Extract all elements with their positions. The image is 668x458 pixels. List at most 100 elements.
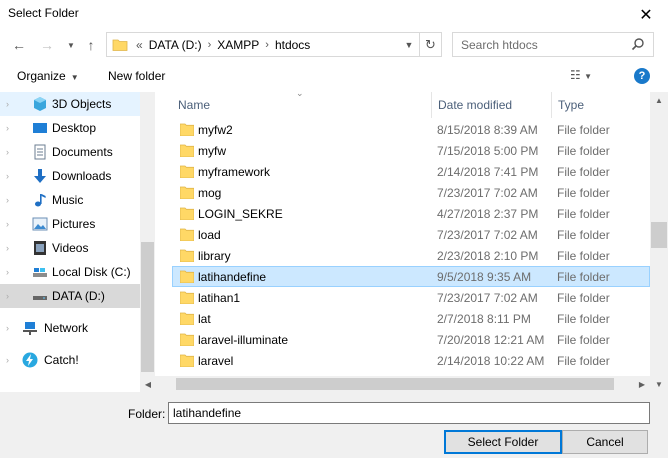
nav-item-label: Network <box>44 321 89 335</box>
scrollbar-thumb[interactable] <box>651 222 667 248</box>
organize-button[interactable]: Organize ▼ <box>17 69 79 83</box>
file-type: File folder <box>557 228 610 242</box>
nav-item-label: Local Disk (C:) <box>52 265 131 279</box>
help-icon[interactable]: ? <box>634 68 650 84</box>
breadcrumb-separator[interactable]: › <box>208 39 212 51</box>
nav-item-pictures[interactable]: › Pictures <box>0 212 140 236</box>
search-input[interactable] <box>453 33 623 56</box>
column-header-name[interactable]: Name <box>172 92 432 118</box>
music-icon <box>35 194 46 207</box>
file-list-vertical-scrollbar[interactable]: ▲ <box>650 92 668 392</box>
folder-icon <box>180 228 194 241</box>
3d-objects-icon <box>34 97 46 111</box>
table-row[interactable]: library 2/23/2018 2:10 PM File folder <box>172 245 650 266</box>
nav-item-local-disk[interactable]: › Local Disk (C:) <box>0 260 140 284</box>
cancel-button[interactable]: Cancel <box>562 430 648 454</box>
nav-item-catch[interactable]: › Catch! <box>0 348 140 372</box>
nav-item-desktop[interactable]: › Desktop <box>0 116 140 140</box>
table-row[interactable]: load 7/23/2017 7:02 AM File folder <box>172 224 650 245</box>
table-row[interactable]: mog 7/23/2017 7:02 AM File folder <box>172 182 650 203</box>
nav-item-downloads[interactable]: › Downloads <box>0 164 140 188</box>
breadcrumb-item[interactable]: DATA (D:) <box>149 38 202 52</box>
up-arrow-icon[interactable]: ↑ <box>82 36 100 54</box>
nav-item-music[interactable]: › Music <box>0 188 140 212</box>
table-row[interactable]: laravel-illuminate 7/20/2018 12:21 AM Fi… <box>172 329 650 350</box>
expand-chevron-icon[interactable]: › <box>6 291 9 301</box>
file-date: 7/15/2018 5:00 PM <box>437 144 539 158</box>
folder-icon <box>180 249 194 262</box>
nav-item-videos[interactable]: › Videos <box>0 236 140 260</box>
nav-item-documents[interactable]: › Documents <box>0 140 140 164</box>
file-name: latihan1 <box>198 291 241 305</box>
file-date: 8/15/2018 8:39 AM <box>437 123 538 137</box>
folder-name-input[interactable] <box>168 402 650 424</box>
view-options-button[interactable]: ☷ ▼ <box>570 68 592 82</box>
close-icon[interactable]: ✕ <box>624 0 668 30</box>
drive-icon <box>33 296 47 300</box>
lightning-icon <box>22 352 38 368</box>
expand-chevron-icon[interactable]: › <box>6 99 9 109</box>
expand-chevron-icon[interactable]: › <box>6 171 9 181</box>
scrollbar-corner: ▼ <box>650 376 668 392</box>
expand-chevron-icon[interactable]: › <box>6 355 9 365</box>
breadcrumb-separator[interactable]: › <box>265 39 269 51</box>
table-row[interactable]: lat 2/7/2018 8:11 PM File folder <box>172 308 650 329</box>
file-date: 4/27/2018 2:37 PM <box>437 207 539 221</box>
scroll-down-icon[interactable]: ▼ <box>651 376 667 392</box>
address-bar[interactable]: « DATA (D:) › XAMPP › htdocs ▼ ↻ <box>106 32 442 57</box>
refresh-icon[interactable]: ↻ <box>419 33 441 56</box>
chevron-down-icon: ▼ <box>584 72 593 81</box>
breadcrumb-item[interactable]: htdocs <box>275 38 310 52</box>
expand-chevron-icon[interactable]: › <box>6 243 9 253</box>
nav-item-label: Pictures <box>52 217 96 231</box>
folder-icon <box>180 291 194 304</box>
file-date: 7/23/2017 7:02 AM <box>437 186 538 200</box>
nav-item-data-drive[interactable]: › DATA (D:) <box>0 284 140 308</box>
folder-icon <box>180 312 194 325</box>
nav-scrollbar[interactable] <box>140 92 155 392</box>
scroll-right-icon[interactable]: ▶ <box>634 376 650 392</box>
file-type: File folder <box>557 354 610 368</box>
table-row[interactable]: myframework 2/14/2018 7:41 PM File folde… <box>172 161 650 182</box>
column-header-type[interactable]: Type <box>552 92 650 118</box>
table-row[interactable]: myfw 7/15/2018 5:00 PM File folder <box>172 140 650 161</box>
folder-icon <box>180 270 194 283</box>
navigation-pane: › 3D Objects › Desktop › Documents › Dow… <box>0 92 155 392</box>
new-folder-button[interactable]: New folder <box>108 69 165 83</box>
scrollbar-thumb[interactable] <box>141 242 154 372</box>
table-row[interactable]: myfw2 8/15/2018 8:39 AM File folder <box>172 119 650 140</box>
expand-chevron-icon[interactable]: › <box>6 219 9 229</box>
back-arrow-icon[interactable]: ← <box>10 36 28 54</box>
table-row[interactable]: LOGIN_SEKRE 4/27/2018 2:37 PM File folde… <box>172 203 650 224</box>
column-header-date-modified[interactable]: Date modified <box>432 92 552 118</box>
table-row[interactable]: latihan1 7/23/2017 7:02 AM File folder <box>172 287 650 308</box>
expand-chevron-icon[interactable]: › <box>6 123 9 133</box>
drive-icon <box>33 268 47 277</box>
scroll-up-icon[interactable]: ▲ <box>650 92 668 109</box>
nav-item-3d-objects[interactable]: › 3D Objects <box>0 92 140 116</box>
expand-chevron-icon[interactable]: › <box>6 195 9 205</box>
breadcrumb-item[interactable]: XAMPP <box>217 38 259 52</box>
address-dropdown-chevron-icon[interactable]: ▼ <box>401 35 417 55</box>
expand-chevron-icon[interactable]: › <box>6 323 9 333</box>
file-date: 2/14/2018 10:22 AM <box>437 354 545 368</box>
expand-chevron-icon[interactable]: › <box>6 147 9 157</box>
network-icon <box>23 322 37 335</box>
file-date: 2/14/2018 7:41 PM <box>437 165 539 179</box>
select-folder-button[interactable]: Select Folder <box>444 430 562 454</box>
table-row[interactable]: laravel 2/14/2018 10:22 AM File folder <box>172 350 650 371</box>
expand-chevron-icon[interactable]: › <box>6 267 9 277</box>
scroll-left-icon[interactable]: ◀ <box>140 376 156 392</box>
file-date: 7/23/2017 7:02 AM <box>437 291 538 305</box>
folder-icon <box>180 207 194 220</box>
nav-item-network[interactable]: › Network <box>0 316 140 340</box>
search-box[interactable] <box>452 32 654 57</box>
scrollbar-thumb[interactable] <box>176 378 614 390</box>
table-row-selected[interactable]: latihandefine 9/5/2018 9:35 AM File fold… <box>172 266 650 287</box>
file-type: File folder <box>557 186 610 200</box>
search-icon[interactable] <box>631 37 645 51</box>
file-list-horizontal-scrollbar[interactable]: ◀ ▶ <box>140 376 650 392</box>
breadcrumb-overflow[interactable]: « <box>136 38 143 52</box>
forward-arrow-icon[interactable]: → <box>38 36 56 54</box>
recent-locations-chevron-icon[interactable]: ▼ <box>62 36 80 54</box>
